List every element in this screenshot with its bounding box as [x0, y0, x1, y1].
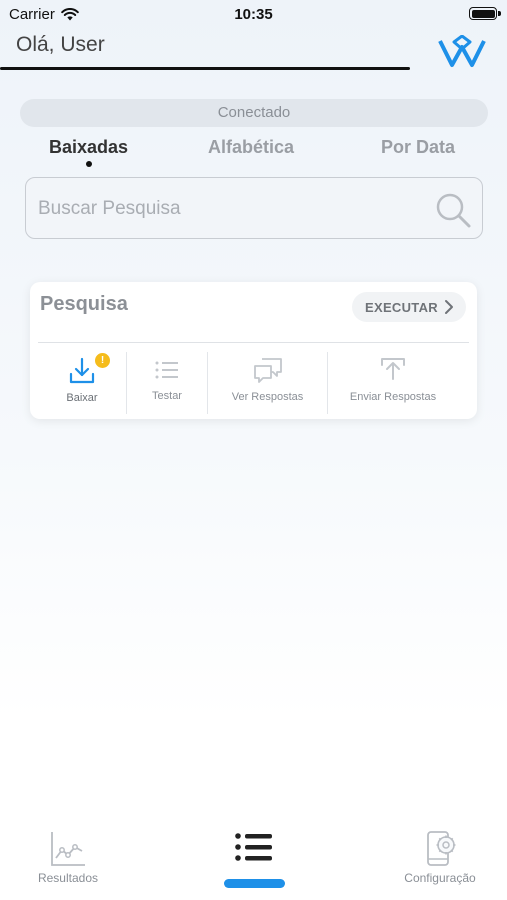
nav-item-resultados[interactable]: Resultados: [30, 830, 106, 885]
nav-item-surveys[interactable]: [232, 830, 276, 864]
phone-settings-icon: [427, 831, 456, 866]
test-action[interactable]: Testar: [127, 352, 207, 414]
bottom-nav: Resultados Configuração: [0, 820, 507, 900]
download-badge: !: [95, 353, 110, 368]
chat-bubbles-icon: [253, 358, 282, 383]
app-logo-icon: [438, 35, 486, 67]
run-button[interactable]: EXECUTAR: [352, 292, 466, 322]
greeting-text: Olá, User: [16, 33, 105, 56]
run-button-label: EXECUTAR: [365, 300, 438, 315]
status-bar: Carrier 10:35: [0, 0, 507, 30]
download-action[interactable]: Baixar: [38, 352, 126, 414]
nav-item-configuracao[interactable]: Configuração: [395, 830, 485, 885]
battery-icon: [469, 7, 497, 20]
test-label: Testar: [152, 390, 182, 402]
search-icon[interactable]: [434, 191, 472, 229]
download-label: Baixar: [66, 392, 98, 404]
tab-por-data[interactable]: Por Data: [381, 137, 455, 158]
survey-card: Pesquisa EXECUTAR Baixar ! Testar Ver Re…: [30, 282, 477, 419]
search-box: [25, 177, 483, 239]
upload-icon: [381, 358, 405, 380]
send-answers-action[interactable]: Enviar Respostas: [328, 352, 458, 414]
battery-tip: [498, 11, 501, 16]
chevron-right-icon: [445, 300, 453, 314]
tab-baixadas[interactable]: Baixadas: [49, 137, 128, 158]
nav-label-configuracao: Configuração: [404, 871, 476, 885]
list-icon: [155, 361, 178, 379]
chart-icon: [51, 832, 85, 866]
view-answers-action[interactable]: Ver Respostas: [208, 352, 327, 414]
list-icon: [235, 833, 272, 861]
send-answers-label: Enviar Respostas: [349, 391, 437, 403]
survey-title: Pesquisa: [40, 293, 128, 315]
search-input[interactable]: [38, 196, 418, 222]
download-icon: [69, 357, 95, 384]
card-divider: [38, 342, 469, 343]
active-nav-indicator: [224, 879, 285, 888]
connection-status: Conectado: [20, 99, 488, 127]
clock: 10:35: [234, 6, 273, 23]
nav-label-resultados: Resultados: [37, 871, 99, 885]
view-answers-label: Ver Respostas: [231, 391, 304, 403]
tab-alfabetica[interactable]: Alfabética: [208, 137, 294, 158]
header-divider: [0, 67, 410, 70]
active-tab-indicator: [86, 161, 92, 167]
